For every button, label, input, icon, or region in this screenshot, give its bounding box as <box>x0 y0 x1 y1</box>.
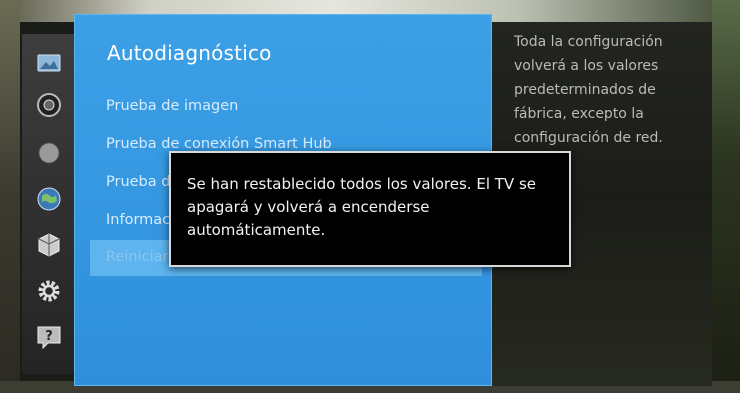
background-right <box>712 0 740 393</box>
description-line: Toda la configuración <box>514 34 663 50</box>
popup-message-line: Se han restablecido todos los valores. E… <box>187 175 536 193</box>
popup-message-line: automáticamente. <box>187 221 326 239</box>
description-line: configuración de red. <box>514 130 663 146</box>
settings-icon[interactable] <box>36 278 62 304</box>
popup-message: Se han restablecido todos los valores. E… <box>187 173 557 242</box>
description-line: fábrica, excepto la <box>514 106 644 122</box>
broadcast-icon[interactable] <box>36 140 62 166</box>
menu-item-smart-hub-test[interactable]: Prueba de conexión Smart Hub <box>106 136 332 152</box>
popup-message-line: apagará y volverá a encenderse <box>187 198 430 216</box>
menu-title: Autodiagnóstico <box>107 41 272 65</box>
smart-hub-icon[interactable] <box>36 232 62 258</box>
description-text: Toda la configuración volverá a los valo… <box>514 30 702 150</box>
network-icon[interactable] <box>36 186 62 212</box>
menu-item-picture-test[interactable]: Prueba de imagen <box>106 98 238 114</box>
sound-icon[interactable] <box>36 92 62 118</box>
menu-icon-bar: ? <box>22 34 75 374</box>
svg-text:?: ? <box>45 329 53 344</box>
reset-notification-popup: Se han restablecido todos los valores. E… <box>169 151 571 267</box>
support-icon[interactable]: ? <box>36 324 62 350</box>
description-line: volverá a los valores <box>514 58 659 74</box>
picture-icon[interactable] <box>36 50 62 76</box>
description-line: predeterminados de <box>514 82 656 98</box>
background-left <box>0 0 20 393</box>
menu-item-reset-label: Reiniciar <box>106 249 169 265</box>
